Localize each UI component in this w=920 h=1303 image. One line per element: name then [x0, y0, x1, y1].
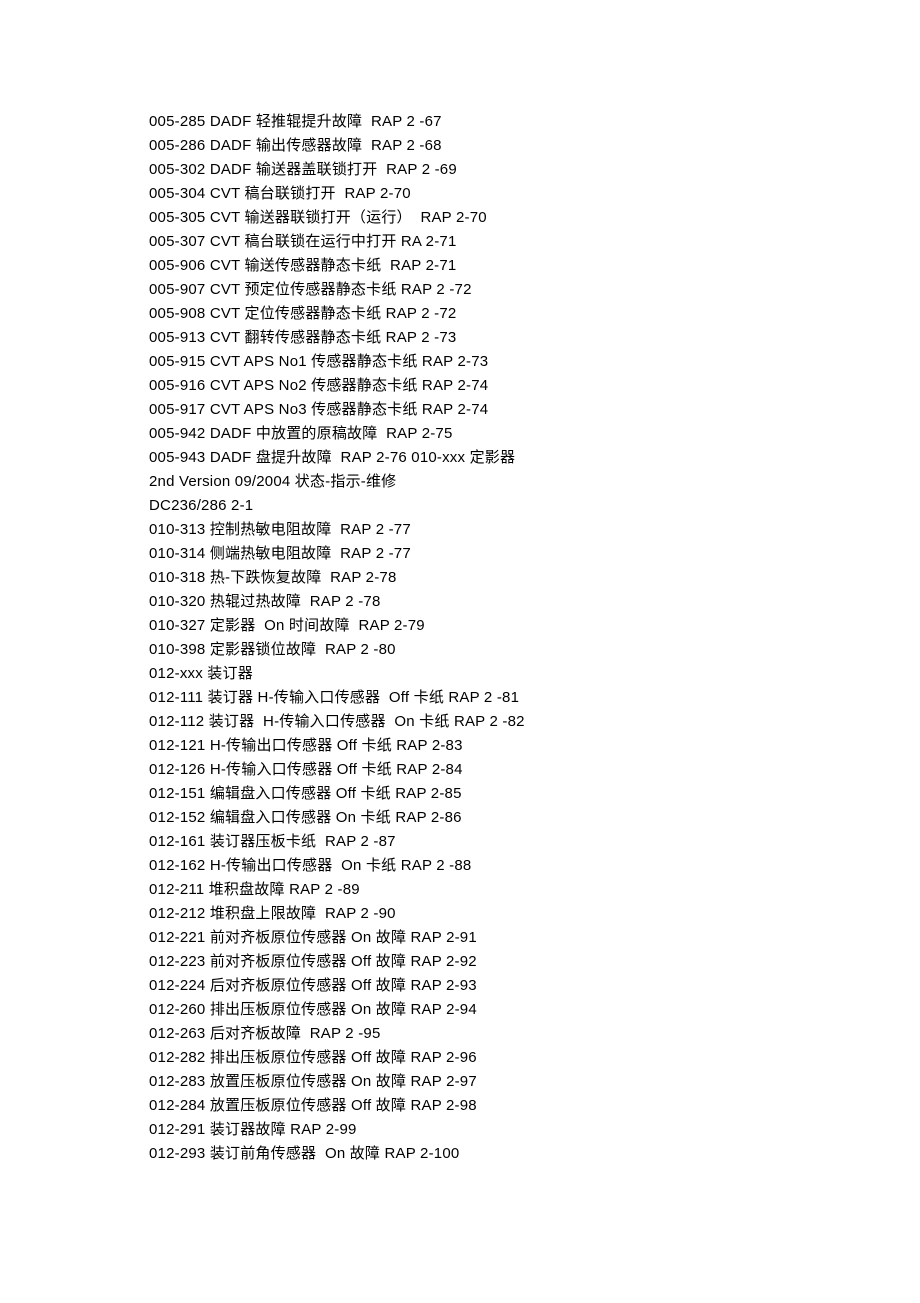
text-line: 005-304 CVT 稿台联锁打开 RAP 2-70 — [149, 182, 920, 206]
text-line: 012-260 排出压板原位传感器 On 故障 RAP 2-94 — [149, 998, 920, 1022]
text-line: 005-285 DADF 轻推辊提升故障 RAP 2 -67 — [149, 110, 920, 134]
text-line: 012-161 装订器压板卡纸 RAP 2 -87 — [149, 830, 920, 854]
text-line: 012-284 放置压板原位传感器 Off 故障 RAP 2-98 — [149, 1094, 920, 1118]
text-line: 010-314 侧端热敏电阻故障 RAP 2 -77 — [149, 542, 920, 566]
text-line: 005-943 DADF 盘提升故障 RAP 2-76 010-xxx 定影器 — [149, 446, 920, 470]
text-line: 012-263 后对齐板故障 RAP 2 -95 — [149, 1022, 920, 1046]
text-line: 012-221 前对齐板原位传感器 On 故障 RAP 2-91 — [149, 926, 920, 950]
text-line: 010-398 定影器锁位故障 RAP 2 -80 — [149, 638, 920, 662]
text-line: 012-211 堆积盘故障 RAP 2 -89 — [149, 878, 920, 902]
text-line: 005-916 CVT APS No2 传感器静态卡纸 RAP 2-74 — [149, 374, 920, 398]
text-line: 005-305 CVT 输送器联锁打开（运行） RAP 2-70 — [149, 206, 920, 230]
text-line: 010-313 控制热敏电阻故障 RAP 2 -77 — [149, 518, 920, 542]
text-line: 005-307 CVT 稿台联锁在运行中打开 RA 2-71 — [149, 230, 920, 254]
text-line: DC236/286 2-1 — [149, 494, 920, 518]
text-line: 012-283 放置压板原位传感器 On 故障 RAP 2-97 — [149, 1070, 920, 1094]
text-line: 005-906 CVT 输送传感器静态卡纸 RAP 2-71 — [149, 254, 920, 278]
text-line: 012-152 编辑盘入口传感器 On 卡纸 RAP 2-86 — [149, 806, 920, 830]
text-line: 012-282 排出压板原位传感器 Off 故障 RAP 2-96 — [149, 1046, 920, 1070]
text-line: 005-917 CVT APS No3 传感器静态卡纸 RAP 2-74 — [149, 398, 920, 422]
text-line: 005-908 CVT 定位传感器静态卡纸 RAP 2 -72 — [149, 302, 920, 326]
document-page: 005-285 DADF 轻推辊提升故障 RAP 2 -67005-286 DA… — [0, 0, 920, 1303]
text-line: 010-318 热-下跌恢复故障 RAP 2-78 — [149, 566, 920, 590]
text-line: 010-327 定影器 On 时间故障 RAP 2-79 — [149, 614, 920, 638]
text-line: 012-126 H-传输入口传感器 Off 卡纸 RAP 2-84 — [149, 758, 920, 782]
text-line: 012-162 H-传输出口传感器 On 卡纸 RAP 2 -88 — [149, 854, 920, 878]
text-line: 2nd Version 09/2004 状态-指示-维修 — [149, 470, 920, 494]
text-line: 012-291 装订器故障 RAP 2-99 — [149, 1118, 920, 1142]
text-line: 005-913 CVT 翻转传感器静态卡纸 RAP 2 -73 — [149, 326, 920, 350]
text-line: 012-224 后对齐板原位传感器 Off 故障 RAP 2-93 — [149, 974, 920, 998]
text-line: 005-302 DADF 输送器盖联锁打开 RAP 2 -69 — [149, 158, 920, 182]
text-line: 012-212 堆积盘上限故障 RAP 2 -90 — [149, 902, 920, 926]
text-line: 005-907 CVT 预定位传感器静态卡纸 RAP 2 -72 — [149, 278, 920, 302]
text-line: 012-151 编辑盘入口传感器 Off 卡纸 RAP 2-85 — [149, 782, 920, 806]
text-line: 005-286 DADF 输出传感器故障 RAP 2 -68 — [149, 134, 920, 158]
text-line: 012-112 装订器 H-传输入口传感器 On 卡纸 RAP 2 -82 — [149, 710, 920, 734]
text-block: 005-285 DADF 轻推辊提升故障 RAP 2 -67005-286 DA… — [149, 110, 920, 1166]
text-line: 010-320 热辊过热故障 RAP 2 -78 — [149, 590, 920, 614]
text-line: 012-111 装订器 H-传输入口传感器 Off 卡纸 RAP 2 -81 — [149, 686, 920, 710]
text-line: 005-915 CVT APS No1 传感器静态卡纸 RAP 2-73 — [149, 350, 920, 374]
text-line: 012-293 装订前角传感器 On 故障 RAP 2-100 — [149, 1142, 920, 1166]
text-line: 012-xxx 装订器 — [149, 662, 920, 686]
text-line: 012-121 H-传输出口传感器 Off 卡纸 RAP 2-83 — [149, 734, 920, 758]
text-line: 012-223 前对齐板原位传感器 Off 故障 RAP 2-92 — [149, 950, 920, 974]
text-line: 005-942 DADF 中放置的原稿故障 RAP 2-75 — [149, 422, 920, 446]
